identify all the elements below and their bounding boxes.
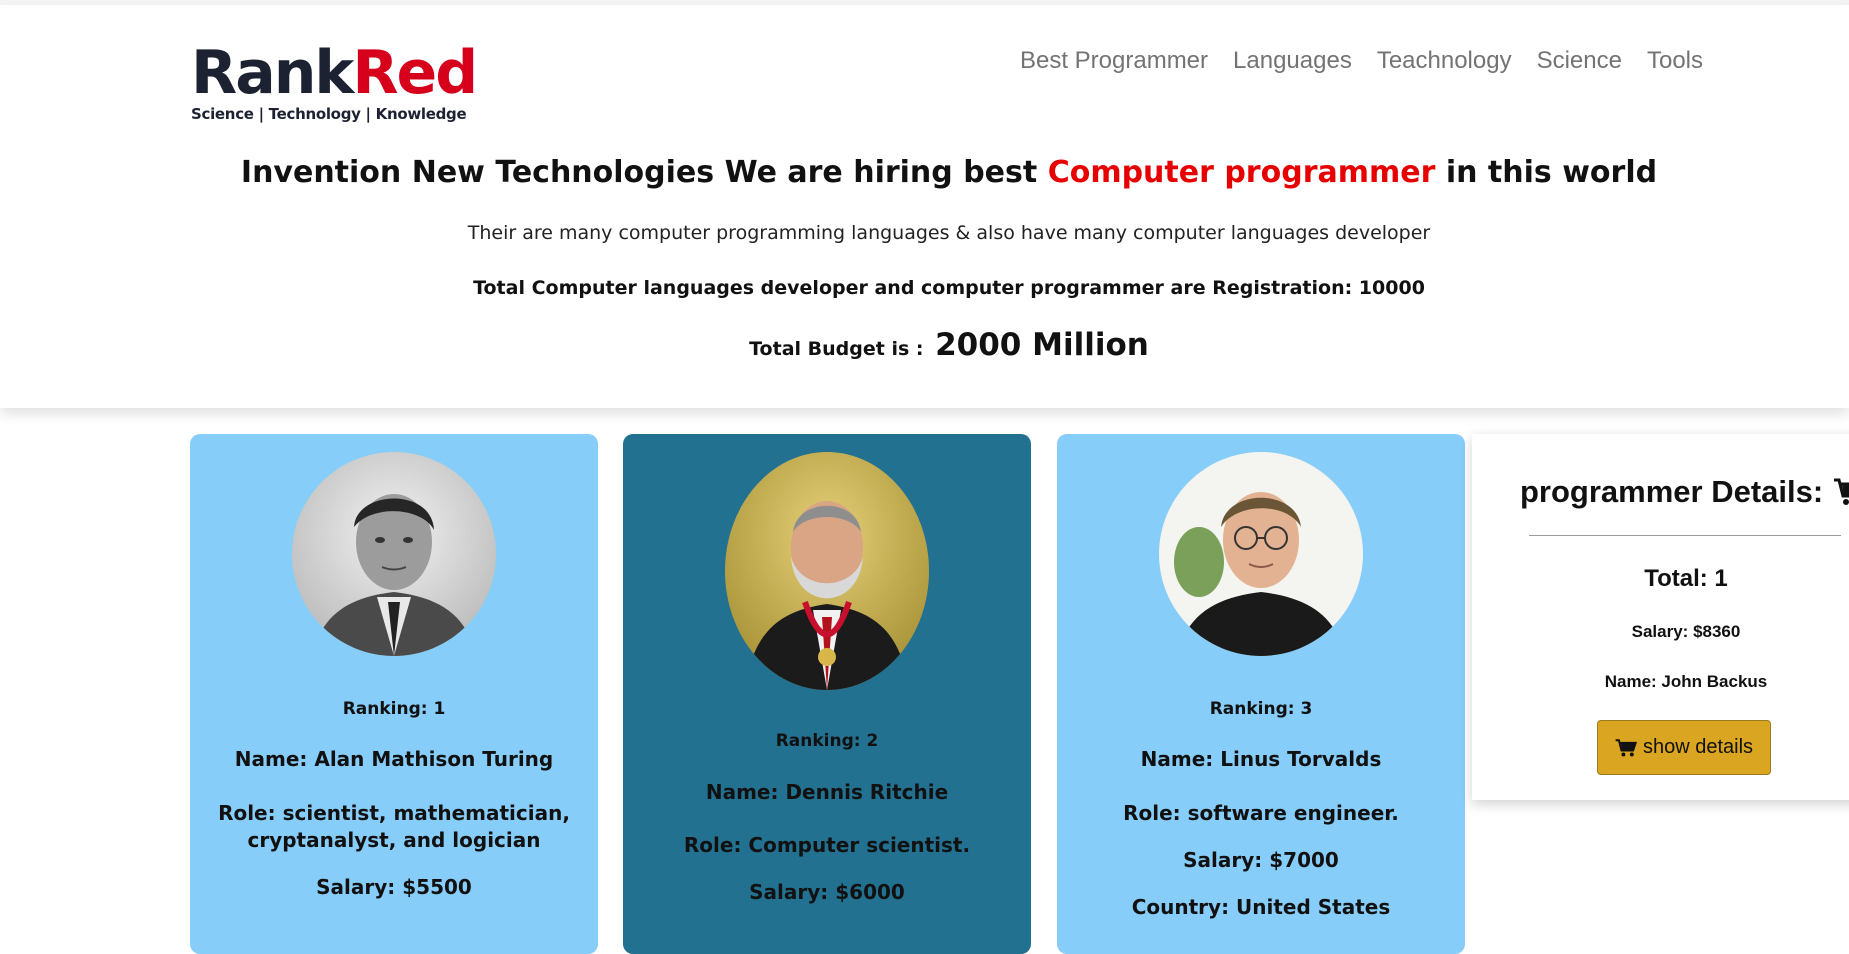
logo-tagline: Science | Technology | Knowledge	[191, 105, 467, 123]
programmer-country: Country: United States	[1131, 895, 1391, 919]
budget-label: Total Budget is :	[749, 338, 924, 360]
nav-teachnology[interactable]: Teachnology	[1377, 47, 1512, 75]
programmer-role: Role: scientist, mathematician, cryptana…	[218, 801, 570, 852]
details-divider	[1529, 535, 1841, 536]
site-header: RankRed Science | Technology | Knowledge…	[0, 5, 1849, 408]
shopping-cart-icon	[1834, 478, 1849, 505]
nav-languages[interactable]: Languages	[1233, 47, 1352, 75]
hero-subtext: Their are many computer programming lang…	[467, 222, 1431, 244]
programmer-name: Name: Linus Torvalds	[1140, 747, 1382, 771]
total-budget: Total Budget is : 2000 Million	[0, 327, 1849, 363]
details-total: Total: 1	[1644, 565, 1728, 592]
rankred-logo[interactable]: RankRed Science | Technology | Knowledge	[191, 43, 478, 125]
show-details-button[interactable]: show details	[1597, 720, 1771, 775]
main-nav: Best Programmer Languages Teachnology Sc…	[995, 47, 1703, 75]
details-salary: Salary: $8360	[1631, 622, 1741, 641]
programmer-details-panel: programmer Details: Total: 1 Salary: $83…	[1472, 434, 1849, 800]
nav-science[interactable]: Science	[1537, 47, 1622, 75]
programmer-role: Role: Computer scientist.	[683, 833, 971, 857]
details-title: programmer Details:	[1520, 474, 1849, 510]
registration-count: Total Computer languages developer and c…	[473, 277, 1425, 299]
page-headline: Invention New Technologies We are hiring…	[0, 155, 1849, 190]
ranking-label: Ranking: 2	[775, 731, 879, 751]
logo-word-red: Red	[352, 38, 478, 108]
programmer-salary: Salary: $7000	[1183, 848, 1339, 872]
nav-best-programmer[interactable]: Best Programmer	[1020, 47, 1208, 75]
ranking-label: Ranking: 1	[342, 699, 446, 719]
budget-value: 2000 Million	[935, 327, 1149, 363]
alan-turing-portrait	[292, 452, 496, 656]
headline-prefix: Invention New Technologies We are hiring…	[240, 155, 1038, 190]
headline-accent: Computer programmer	[1047, 155, 1436, 190]
ranking-label: Ranking: 3	[1209, 699, 1313, 719]
logo-wordmark: RankRed	[191, 43, 478, 103]
programmer-name: Name: Dennis Ritchie	[705, 780, 949, 804]
show-details-label: show details	[1642, 736, 1754, 758]
programmer-salary: Salary: $5500	[316, 875, 472, 899]
linus-torvalds-portrait	[1159, 452, 1363, 656]
nav-tools[interactable]: Tools	[1647, 47, 1703, 75]
details-title-text: programmer Details:	[1520, 474, 1824, 509]
headline-suffix: in this world	[1445, 155, 1658, 190]
logo-word-rank: Rank	[191, 38, 354, 108]
programmer-card: Ranking: 1 Name: Alan Mathison Turing Ro…	[190, 434, 598, 954]
programmer-card: Ranking: 3 Name: Linus Torvalds Role: so…	[1057, 434, 1465, 954]
dennis-ritchie-portrait	[725, 452, 929, 690]
programmer-name: Name: Alan Mathison Turing	[234, 747, 554, 771]
programmer-card: Ranking: 2 Name: Dennis Ritchie Role: Co…	[623, 434, 1031, 954]
programmer-salary: Salary: $6000	[749, 880, 905, 904]
shopping-cart-icon	[1615, 738, 1637, 756]
programmer-role: Role: software engineer.	[1123, 801, 1399, 825]
details-name: Name: John Backus	[1604, 672, 1768, 691]
